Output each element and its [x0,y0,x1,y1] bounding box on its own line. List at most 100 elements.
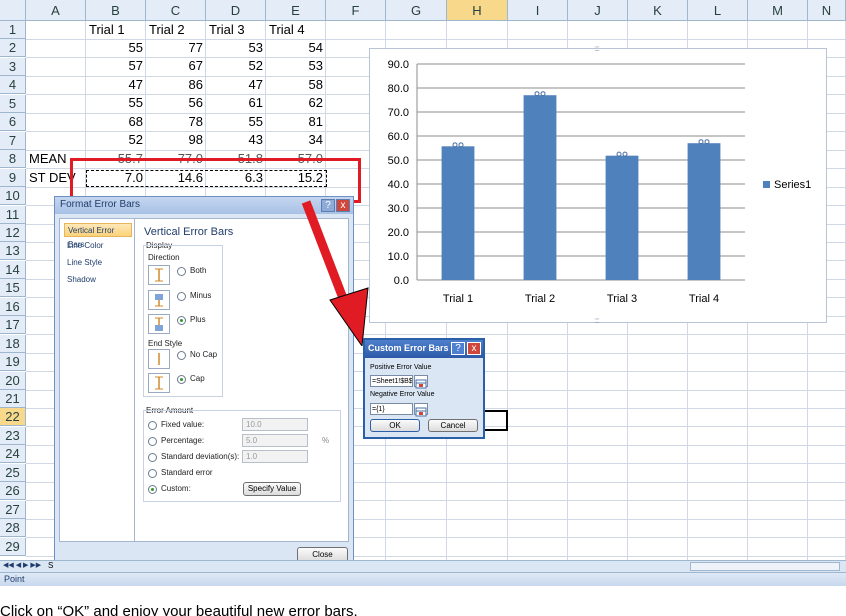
data-cell[interactable]: 47 [206,76,266,94]
data-cell[interactable]: 57 [86,57,146,75]
negative-error-input[interactable]: ={1} [370,403,413,415]
horizontal-scrollbar[interactable] [690,562,840,571]
row-header-23[interactable]: 23 [0,426,26,445]
data-cell[interactable]: 53 [206,39,266,57]
radio-cap[interactable] [177,375,186,384]
chart-resize-handle-top[interactable]: :::: [594,44,600,53]
data-cell[interactable]: 34 [266,131,326,149]
column-header-n[interactable]: N [808,0,846,21]
radio-custom[interactable] [148,485,157,494]
select-all-corner[interactable] [0,0,26,21]
radio-plus[interactable] [177,316,186,325]
bar[interactable] [605,155,639,280]
data-cell[interactable]: 81 [266,113,326,131]
row-header-2[interactable]: 2 [0,39,26,58]
percentage-input[interactable]: 5.0 [242,434,308,447]
row-header-6[interactable]: 6 [0,113,26,132]
column-header-g[interactable]: G [386,0,447,21]
column-header-j[interactable]: J [568,0,628,21]
nav-vertical-error-bars[interactable]: Vertical Error Bars [64,223,132,249]
radio-minus[interactable] [177,292,186,301]
data-cell[interactable]: 62 [266,94,326,112]
nav-line-color[interactable]: Line Color [64,239,132,253]
ok-button[interactable]: OK [370,419,420,432]
data-cell[interactable]: 52 [86,131,146,149]
data-cell[interactable]: 52 [206,57,266,75]
positive-range-picker-icon[interactable] [414,375,428,389]
radio-fixed-value[interactable] [148,421,157,430]
column-header-l[interactable]: L [688,0,748,21]
cancel-button[interactable]: Cancel [428,419,478,432]
column-header-k[interactable]: K [628,0,688,21]
radio-no-cap[interactable] [177,351,186,360]
chart-resize-handle-bottom[interactable]: :::: [594,316,600,325]
column-header-d[interactable]: D [206,0,266,21]
custom-close-button[interactable]: x [467,342,481,355]
row-header-25[interactable]: 25 [0,463,26,482]
header-trial-1[interactable]: Trial 1 [86,21,146,39]
column-header-h[interactable]: H [447,0,508,21]
header-trial-3[interactable]: Trial 3 [206,21,266,39]
positive-error-input[interactable]: =Sheet1!$B$9:$E$9 [370,375,413,387]
row-header-4[interactable]: 4 [0,76,26,95]
row-header-14[interactable]: 14 [0,260,26,279]
row-header-3[interactable]: 3 [0,57,26,76]
row-header-12[interactable]: 12 [0,223,26,242]
data-cell[interactable]: 43 [206,131,266,149]
row-header-10[interactable]: 10 [0,187,26,206]
row-header-29[interactable]: 29 [0,537,26,556]
data-cell[interactable]: 86 [146,76,206,94]
row-header-15[interactable]: 15 [0,279,26,298]
column-header-m[interactable]: M [748,0,808,21]
data-cell[interactable]: 78 [146,113,206,131]
custom-dialog-titlebar[interactable]: Custom Error Bars ? x [365,340,483,358]
row-header-24[interactable]: 24 [0,445,26,464]
row-header-22[interactable]: 22 [0,408,26,427]
row-header-8[interactable]: 8 [0,150,26,169]
bar[interactable] [687,143,721,280]
row-header-18[interactable]: 18 [0,334,26,353]
column-header-i[interactable]: I [508,0,568,21]
nav-shadow[interactable]: Shadow [64,273,132,287]
radio-standard-error[interactable] [148,469,157,478]
fixed-value-input[interactable]: 10.0 [242,418,308,431]
row-header-20[interactable]: 20 [0,371,26,390]
data-cell[interactable]: 68 [86,113,146,131]
column-header-b[interactable]: B [86,0,146,21]
data-cell[interactable]: 61 [206,94,266,112]
bar[interactable] [441,146,475,280]
data-cell[interactable]: 67 [146,57,206,75]
nav-line-style[interactable]: Line Style [64,256,132,270]
bar-chart[interactable]: :::: :::: 0.0 10.0 20.0 30.0 40.0 50.0 60.0 70.… [369,44,827,325]
row-header-11[interactable]: 11 [0,205,26,224]
row-header-26[interactable]: 26 [0,482,26,501]
specify-value-button[interactable]: Specify Value [243,482,301,496]
data-cell[interactable]: 58 [266,76,326,94]
row-header-1[interactable]: 1 [0,21,26,39]
custom-help-button[interactable]: ? [451,342,465,355]
data-cell[interactable]: 56 [146,94,206,112]
column-header-f[interactable]: F [326,0,386,21]
column-header-e[interactable]: E [266,0,326,21]
data-cell[interactable]: 98 [146,131,206,149]
data-cell[interactable]: 55 [86,39,146,57]
column-header-a[interactable]: A [26,0,86,21]
data-cell[interactable]: 47 [86,76,146,94]
row-header-28[interactable]: 28 [0,519,26,538]
row-header-17[interactable]: 17 [0,316,26,335]
data-cell[interactable]: 53 [266,57,326,75]
negative-range-picker-icon[interactable] [414,403,428,417]
header-trial-2[interactable]: Trial 2 [146,21,206,39]
row-header-27[interactable]: 27 [0,500,26,519]
row-header-16[interactable]: 16 [0,297,26,316]
radio-percentage[interactable] [148,437,157,446]
radio-standard-deviation[interactable] [148,453,157,462]
row-header-13[interactable]: 13 [0,242,26,261]
data-cell[interactable]: 54 [266,39,326,57]
data-cell[interactable]: 55 [206,113,266,131]
sheet-tab[interactable]: S [48,561,53,570]
data-cell[interactable]: 55 [86,94,146,112]
row-header-7[interactable]: 7 [0,131,26,150]
column-header-c[interactable]: C [146,0,206,21]
data-cell[interactable]: 77 [146,39,206,57]
